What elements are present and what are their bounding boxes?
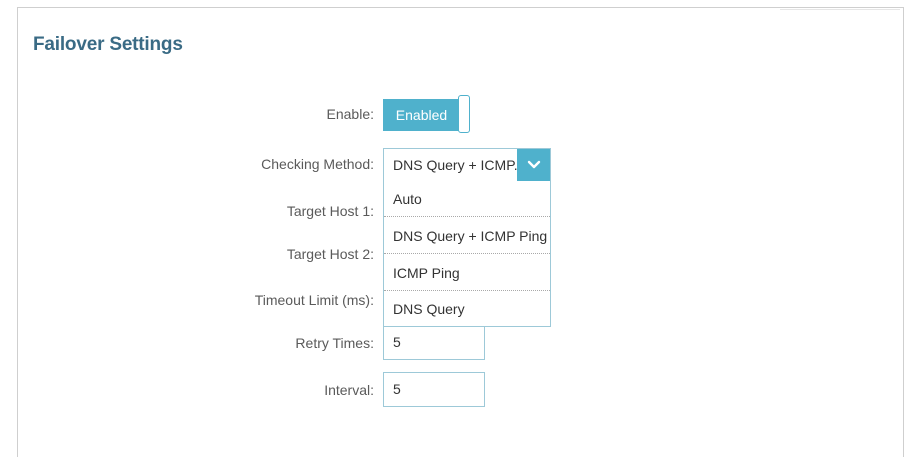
option-dns-query-icmp-ping[interactable]: DNS Query + ICMP Ping xyxy=(384,218,550,254)
option-icmp-ping[interactable]: ICMP Ping xyxy=(384,255,550,291)
enable-toggle[interactable]: Enabled xyxy=(383,95,473,135)
retry-times-input[interactable]: 5 xyxy=(383,325,485,360)
page-title: Failover Settings xyxy=(33,34,183,55)
target-host-1-label: Target Host 1: xyxy=(286,203,374,219)
option-dns-query[interactable]: DNS Query xyxy=(384,291,550,327)
panel-divider xyxy=(780,9,900,10)
enable-label: Enable: xyxy=(326,106,374,122)
chevron-down-icon[interactable] xyxy=(517,149,550,181)
retry-times-value: 5 xyxy=(393,334,401,350)
interval-label: Interval: xyxy=(324,382,374,398)
interval-input[interactable]: 5 xyxy=(383,372,485,407)
timeout-limit-label: Timeout Limit (ms): xyxy=(254,292,374,308)
target-host-2-label: Target Host 2: xyxy=(286,246,374,262)
interval-value: 5 xyxy=(393,381,401,397)
checking-method-label: Checking Method: xyxy=(261,156,374,172)
checking-method-select[interactable]: DNS Query + ICMP... xyxy=(383,148,551,182)
checking-method-dropdown: Auto DNS Query + ICMP Ping ICMP Ping DNS… xyxy=(383,181,551,327)
retry-times-label: Retry Times: xyxy=(295,335,374,351)
enable-toggle-state: Enabled xyxy=(383,99,460,131)
checking-method-selected-value: DNS Query + ICMP... xyxy=(393,157,526,173)
toggle-knob[interactable] xyxy=(458,95,470,133)
option-auto[interactable]: Auto xyxy=(384,181,550,217)
